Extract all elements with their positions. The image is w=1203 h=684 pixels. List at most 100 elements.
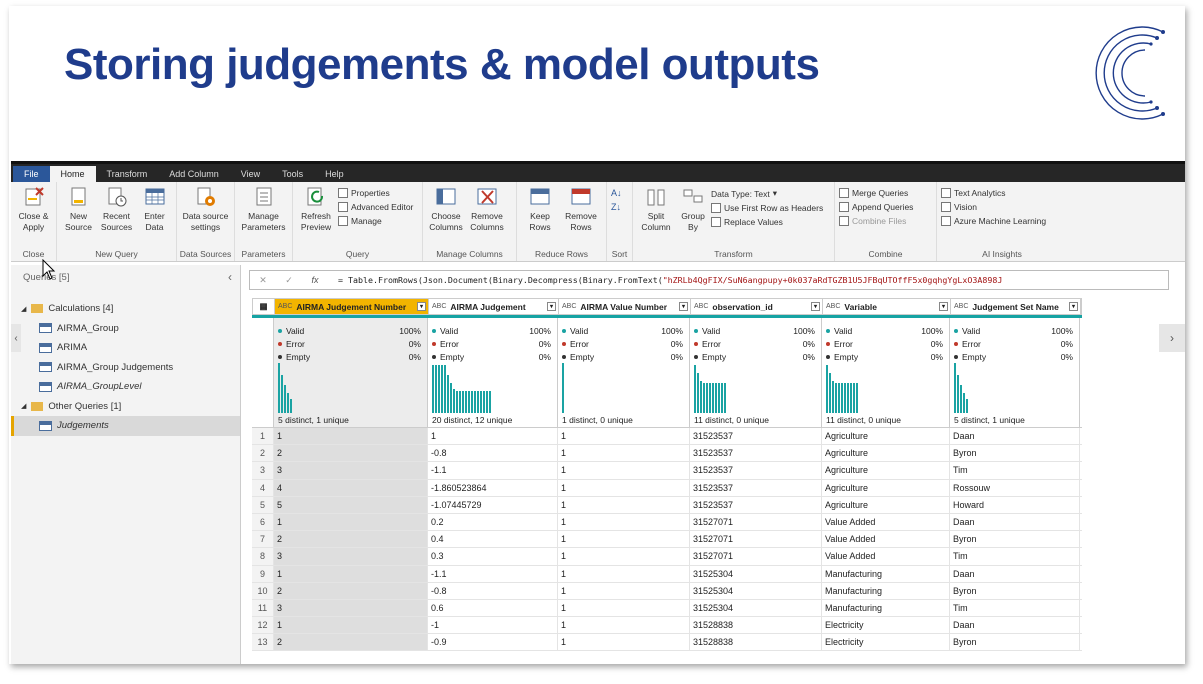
combine-files-button[interactable]: Combine Files [839,216,913,226]
table-cell[interactable]: Agriculture [822,445,950,462]
table-cell[interactable]: Electricity [822,634,950,651]
query-item-arima[interactable]: ARIMA [11,338,240,358]
table-cell[interactable]: 0.6 [428,599,558,617]
query-group-calculations[interactable]: ◢ Calculations [4] [11,299,240,319]
table-cell[interactable]: 1 [558,617,690,634]
table-cell[interactable]: Tim [950,599,1080,617]
column-header[interactable]: ABC AIRMA Judgement Number ▾ [275,299,429,314]
table-cell[interactable]: Agriculture [822,462,950,479]
table-cell[interactable]: -0.8 [428,582,558,599]
use-first-row-headers-button[interactable]: Use First Row as Headers [711,203,823,213]
check-icon[interactable]: ✓ [276,275,302,286]
chevron-down-icon[interactable]: ▾ [679,302,688,311]
column-header[interactable]: ABC Variable ▾ [823,299,951,314]
table-cell[interactable]: Byron [950,531,1080,548]
table-cell[interactable]: 1 [428,428,558,445]
table-cell[interactable]: 3 [274,599,428,617]
table-cell[interactable]: 1 [558,548,690,565]
manage-button[interactable]: Manage [338,216,413,226]
tab-home[interactable]: Home [49,166,96,182]
tab-file[interactable]: File [13,166,50,182]
table-cell[interactable]: 1 [274,513,428,531]
vision-button[interactable]: Vision [941,202,1046,212]
table-cell[interactable]: 31523537 [690,428,822,445]
table-cell[interactable]: 1 [558,634,690,651]
advanced-editor-button[interactable]: Advanced Editor [338,202,413,212]
table-cell[interactable]: 2 [274,582,428,599]
sort-descending-button[interactable]: Z↓ [611,202,622,212]
table-cell[interactable]: Daan [950,565,1080,582]
table-cell[interactable]: Tim [950,462,1080,479]
chevron-down-icon[interactable]: ▾ [417,302,426,311]
table-cell[interactable]: Daan [950,428,1080,445]
table-cell[interactable]: 31523537 [690,445,822,462]
cancel-icon[interactable]: ✕ [250,275,276,286]
table-cell[interactable]: Manufacturing [822,582,950,599]
table-cell[interactable]: -1.1 [428,565,558,582]
table-cell[interactable]: 0.2 [428,513,558,531]
table-cell[interactable]: 1 [558,513,690,531]
table-menu-icon[interactable]: ▦ [253,299,275,314]
table-cell[interactable]: -1 [428,617,558,634]
table-cell[interactable]: Agriculture [822,496,950,513]
query-item-airma-group[interactable]: AIRMA_Group [11,319,240,339]
table-cell[interactable]: Value Added [822,531,950,548]
replace-values-button[interactable]: Replace Values [711,217,823,227]
table-cell[interactable]: 1 [558,428,690,445]
chevron-down-icon[interactable]: ▾ [811,302,820,311]
table-cell[interactable]: 1 [558,479,690,496]
table-cell[interactable]: Value Added [822,548,950,565]
chevron-down-icon[interactable]: ▾ [547,302,556,311]
table-cell[interactable]: 31527071 [690,513,822,531]
table-cell[interactable]: 2 [274,634,428,651]
table-cell[interactable]: 31528838 [690,617,822,634]
table-cell[interactable]: Manufacturing [822,599,950,617]
table-cell[interactable]: 31523537 [690,462,822,479]
tab-help[interactable]: Help [314,166,355,182]
table-cell[interactable]: -0.8 [428,445,558,462]
table-cell[interactable]: 1 [558,599,690,617]
scroll-left-button[interactable]: ‹ [11,324,21,352]
table-cell[interactable]: 31528838 [690,634,822,651]
formula-bar[interactable]: ✕ ✓ fx = Table.FromRows(Json.Document(Bi… [249,270,1169,290]
table-cell[interactable]: 1 [558,531,690,548]
table-cell[interactable]: -0.9 [428,634,558,651]
azure-ml-button[interactable]: Azure Machine Learning [941,216,1046,226]
table-cell[interactable]: 1 [558,565,690,582]
table-cell[interactable]: 3 [274,548,428,565]
table-cell[interactable]: Manufacturing [822,565,950,582]
table-cell[interactable]: 2 [274,531,428,548]
table-cell[interactable]: Byron [950,582,1080,599]
query-item-airma-grouplevel[interactable]: AIRMA_GroupLevel [11,377,240,397]
table-cell[interactable]: 31523537 [690,496,822,513]
table-cell[interactable]: 0.4 [428,531,558,548]
table-cell[interactable]: Electricity [822,617,950,634]
table-cell[interactable]: 4 [274,479,428,496]
table-cell[interactable]: Value Added [822,513,950,531]
tab-view[interactable]: View [230,166,271,182]
table-cell[interactable]: Byron [950,445,1080,462]
query-group-other[interactable]: ◢ Other Queries [1] [11,397,240,417]
table-cell[interactable]: Daan [950,513,1080,531]
chevron-down-icon[interactable]: ▾ [1069,302,1078,311]
table-cell[interactable]: 3 [274,462,428,479]
sort-ascending-button[interactable]: A↓ [611,188,622,198]
table-cell[interactable]: Daan [950,617,1080,634]
table-cell[interactable]: 31527071 [690,531,822,548]
chevron-down-icon[interactable]: ▾ [939,302,948,311]
properties-button[interactable]: Properties [338,188,413,198]
table-cell[interactable]: 1 [558,496,690,513]
scroll-right-button[interactable]: › [1159,324,1185,352]
table-cell[interactable]: 1 [558,445,690,462]
table-cell[interactable]: Tim [950,548,1080,565]
collapse-pane-icon[interactable]: ‹ [228,270,232,284]
append-queries-button[interactable]: Append Queries [839,202,913,212]
table-cell[interactable]: 31527071 [690,548,822,565]
table-cell[interactable]: 2 [274,445,428,462]
table-cell[interactable]: 31525304 [690,582,822,599]
table-cell[interactable]: 1 [558,582,690,599]
table-cell[interactable]: -1.1 [428,462,558,479]
table-cell[interactable]: 1 [274,428,428,445]
table-cell[interactable]: 31525304 [690,599,822,617]
table-cell[interactable]: Agriculture [822,479,950,496]
